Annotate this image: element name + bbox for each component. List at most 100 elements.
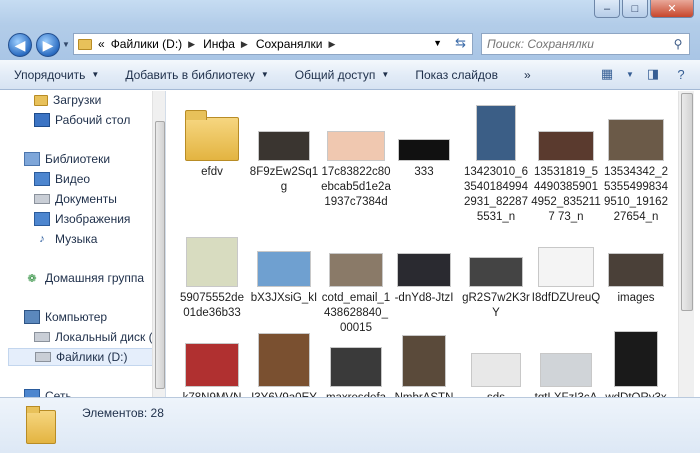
image-thumbnail [327, 131, 385, 161]
help-icon[interactable]: ? [672, 66, 690, 82]
thumbnail-box [321, 223, 391, 287]
nav-desktop[interactable]: Рабочий стол [34, 111, 130, 129]
image-file-item[interactable]: 333 [389, 97, 459, 180]
thumbnail-box [177, 97, 247, 161]
share-menu[interactable]: Общий доступ ▼ [295, 68, 390, 82]
file-name: 13531819_54490385901 4952_8352117 73_n [531, 166, 601, 223]
video-icon [34, 172, 50, 186]
minimize-button[interactable]: – [594, 0, 620, 18]
navigation-pane: Загрузки Рабочий стол Библиотеки Видео Д… [0, 91, 166, 397]
image-file-item[interactable]: 59075552de01de36b33 [177, 223, 247, 321]
arrow-right-icon: ▶ [42, 36, 54, 53]
nav-images[interactable]: Изображения [34, 210, 130, 228]
thumbnail-box [531, 223, 601, 287]
folder-icon [26, 406, 56, 444]
slideshow-button[interactable]: Показ слайдов [415, 68, 498, 82]
chevron-down-icon: ▼ [381, 70, 390, 79]
thumbnail-box [601, 323, 671, 387]
back-button[interactable]: ◀ [8, 33, 32, 57]
folder-icon [185, 110, 239, 161]
nav-scrollbar-thumb[interactable] [155, 121, 165, 389]
image-file-item[interactable]: wdDtQRy3x [601, 323, 671, 397]
nav-downloads[interactable]: Загрузки [34, 91, 101, 109]
thumbnail-box [177, 223, 247, 287]
search-input[interactable] [487, 37, 667, 51]
image-file-item[interactable]: k78N9MVN [177, 323, 247, 397]
image-file-item[interactable]: 13531819_54490385901 4952_8352117 73_n [531, 97, 601, 225]
preview-pane-icon[interactable]: ◨ [644, 66, 662, 82]
image-thumbnail [476, 105, 516, 161]
image-thumbnail [471, 353, 521, 387]
nav-video[interactable]: Видео [34, 170, 90, 188]
image-file-item[interactable]: gR2S7w2K3rY [461, 223, 531, 321]
address-dropdown-icon[interactable]: ▼ [433, 38, 442, 48]
organize-menu[interactable]: Упорядочить ▼ [14, 68, 99, 82]
breadcrumb-info[interactable]: Инфа [203, 37, 235, 51]
address-overflow[interactable]: « [98, 37, 105, 51]
nav-music[interactable]: ♪ Музыка [34, 230, 97, 248]
nav-label: Документы [55, 192, 117, 206]
image-thumbnail [402, 335, 446, 387]
image-file-item[interactable]: 13423010_63540184994 2931_822875531_n [461, 97, 531, 225]
address-bar[interactable]: « Файлики (D:) ▶ Инфа ▶ Сохранялки ▶ ▼ ⇆ [73, 33, 473, 55]
content-scrollbar[interactable] [678, 91, 694, 397]
recent-pages-dropdown[interactable]: ▼ [62, 40, 70, 49]
view-dropdown-icon[interactable]: ▼ [626, 66, 634, 82]
image-file-item[interactable]: 8F9zEw2Sq1g [249, 97, 319, 195]
nav-local-disk[interactable]: Локальный диск (С [34, 328, 161, 346]
image-file-item[interactable]: bX3JXsiG_kI [249, 223, 319, 306]
nav-network[interactable]: Сеть [24, 387, 72, 397]
close-button[interactable]: ✕ [650, 0, 694, 18]
breadcrumb-saved[interactable]: Сохранялки [256, 37, 323, 51]
image-file-item[interactable]: 13534342_253554998349510_1916227654_n [601, 97, 671, 225]
image-file-item[interactable]: maxresdefa [321, 323, 391, 397]
nav-documents[interactable]: Документы [34, 190, 117, 208]
search-box[interactable]: ⚲ [481, 33, 690, 55]
nav-scrollbar[interactable] [152, 91, 165, 397]
image-file-item[interactable]: tqtLXFzI3cA [531, 323, 601, 397]
nav-files-disk[interactable]: Файлики (D:) [8, 348, 156, 366]
file-name: 8F9zEw2Sq1g [249, 166, 319, 193]
chevron-right-icon[interactable]: ▶ [188, 39, 195, 50]
image-file-item[interactable]: 17c83822c80ebcab5d1e2a1937c7384d [321, 97, 391, 210]
nav-label: Сеть [45, 389, 72, 397]
image-file-item[interactable]: I3Y6V9a0EY [249, 323, 319, 397]
image-file-item[interactable]: -dnYd8-JtzI [389, 223, 459, 306]
image-file-item[interactable]: I8dfDZUreuQ [531, 223, 601, 306]
file-name: 59075552de01de36b33 [180, 292, 244, 319]
chevron-right-icon[interactable]: ▶ [328, 39, 335, 50]
search-icon[interactable]: ⚲ [667, 37, 689, 51]
nav-label: Локальный диск (С [55, 330, 162, 344]
content-scrollbar-thumb[interactable] [681, 93, 693, 311]
image-file-item[interactable]: cotd_email_1438628840_00015 [321, 223, 391, 336]
file-name: I8dfDZUreuQ [531, 292, 601, 304]
nav-label: Рабочий стол [55, 113, 131, 127]
folder-item[interactable]: efdv [177, 97, 247, 180]
chevron-right-icon[interactable]: ▶ [241, 39, 248, 50]
forward-button[interactable]: ▶ [36, 33, 60, 57]
image-thumbnail [608, 119, 664, 161]
slideshow-label: Показ слайдов [415, 67, 498, 82]
image-file-item[interactable]: NmbrASTN [389, 323, 459, 397]
refresh-icon[interactable]: ⇆ [455, 35, 466, 51]
add-to-library-menu[interactable]: Добавить в библиотеку ▼ [125, 68, 268, 82]
view-options-icon[interactable]: ▦ [598, 66, 616, 82]
thumbnail-box [389, 97, 459, 161]
more-commands-button[interactable]: » [524, 68, 531, 82]
details-pane: Элементов: 28 [0, 397, 700, 453]
nav-label: Изображения [55, 212, 131, 226]
image-file-item[interactable]: sds [461, 323, 531, 397]
maximize-button[interactable]: □ [622, 0, 648, 18]
nav-homegroup[interactable]: ❁ Домашняя группа [24, 269, 144, 287]
thumbnail-box [461, 223, 531, 287]
thumbnail-box [389, 323, 459, 387]
image-thumbnail [538, 247, 594, 287]
image-thumbnail [329, 253, 383, 287]
file-name: efdv [201, 166, 223, 178]
image-file-item[interactable]: images [601, 223, 671, 306]
breadcrumb-drive[interactable]: Файлики (D:) [111, 37, 182, 51]
thumbnail-box [249, 323, 319, 387]
nav-libraries[interactable]: Библиотеки [24, 150, 110, 168]
nav-computer[interactable]: Компьютер [24, 308, 107, 326]
image-thumbnail [397, 253, 451, 287]
